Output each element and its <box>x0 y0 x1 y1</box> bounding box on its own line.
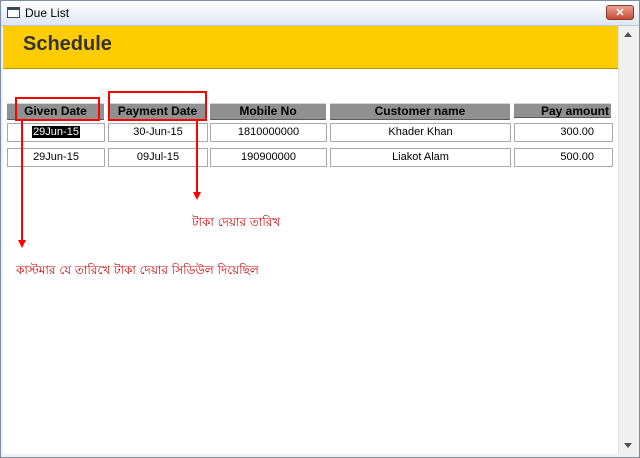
form-body: Schedule Given Date Payment Date Mobile … <box>3 26 618 454</box>
cell-pay-amount[interactable]: 500.00 <box>514 148 613 167</box>
arrow-down-icon <box>624 443 632 448</box>
cell-payment-date[interactable]: 09Jul-15 <box>108 148 208 167</box>
page-title: Schedule <box>23 33 112 55</box>
column-header-customer-name: Customer name <box>330 103 510 120</box>
cell-customer-name[interactable]: Khader Khan <box>330 123 511 142</box>
scroll-up-button[interactable] <box>619 26 636 43</box>
form-icon <box>7 7 20 18</box>
cell-payment-date[interactable]: 30-Jun-15 <box>108 123 208 142</box>
highlight-payment-date <box>108 91 207 121</box>
arrow-down-icon <box>18 240 26 248</box>
title-bar[interactable]: Due List ✕ <box>1 1 639 26</box>
vertical-scrollbar[interactable] <box>618 26 636 454</box>
arrow-line-payment-date <box>196 120 198 192</box>
payment-date-note: টাকা দেয়ার তারিখ <box>192 215 281 229</box>
scroll-down-button[interactable] <box>619 437 636 454</box>
selected-text: 29Jun-15 <box>32 126 80 138</box>
column-header-pay-amount: Pay amount <box>514 103 611 118</box>
cell-customer-name[interactable]: Liakot Alam <box>330 148 511 167</box>
given-date-note: কাস্টমার যে তারিখে টাকা দেয়ার সিডিউল দি… <box>16 263 259 277</box>
arrow-down-icon <box>193 192 201 200</box>
cell-mobile-no[interactable]: 1810000000 <box>210 123 327 142</box>
cell-mobile-no[interactable]: 190900000 <box>210 148 327 167</box>
arrow-line-given-date <box>21 120 23 240</box>
due-list-window: Due List ✕ Schedule Given Date Payment D… <box>0 0 640 458</box>
form-header: Schedule <box>3 26 618 69</box>
highlight-given-date <box>15 97 100 121</box>
close-button[interactable]: ✕ <box>606 5 634 20</box>
window-title: Due List <box>25 6 70 20</box>
cell-pay-amount[interactable]: 300.00 <box>514 123 613 142</box>
arrow-up-icon <box>624 32 632 37</box>
column-header-mobile-no: Mobile No <box>210 103 326 120</box>
